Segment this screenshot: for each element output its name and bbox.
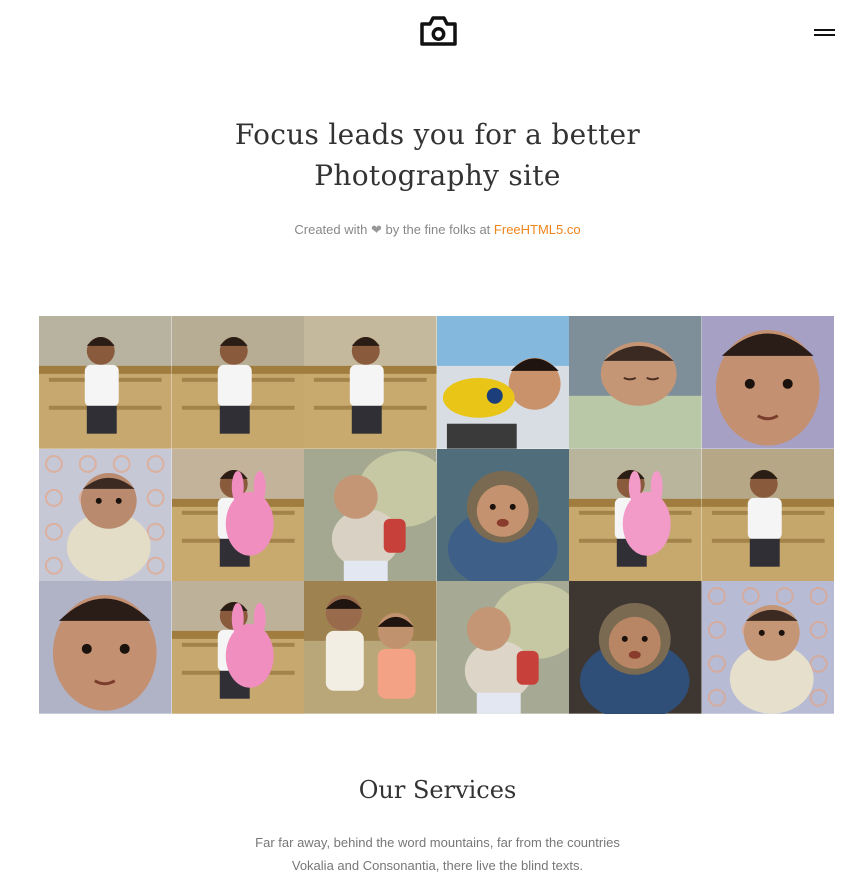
gallery-photo[interactable] — [171, 581, 304, 714]
gallery-photo[interactable] — [39, 448, 172, 582]
photo-image — [39, 448, 172, 582]
photo-image — [701, 316, 834, 449]
gallery-photo[interactable] — [304, 581, 437, 714]
credit-line: Created with ❤ by the fine folks at Free… — [0, 222, 860, 238]
heart-icon: ❤ — [370, 222, 382, 237]
gallery-photo[interactable] — [701, 581, 834, 714]
photo-image — [171, 316, 304, 449]
photo-image — [701, 581, 834, 714]
gallery-photo[interactable] — [701, 448, 834, 582]
camera-icon[interactable] — [420, 16, 457, 46]
services-description: Far far away, behind the word mountains,… — [0, 831, 860, 877]
photo-image — [569, 316, 702, 449]
freehtml5-link[interactable]: FreeHTML5.co — [494, 222, 581, 237]
gallery-photo[interactable] — [436, 448, 569, 582]
gallery-photo[interactable] — [436, 581, 569, 714]
photo-image — [39, 316, 172, 449]
photo-image — [39, 581, 172, 714]
gallery-photo[interactable] — [171, 448, 304, 582]
hamburger-icon[interactable] — [814, 24, 835, 38]
services-title: Our Services — [358, 776, 517, 804]
photo-image — [436, 316, 569, 449]
photo-image — [701, 448, 834, 582]
site-header — [0, 0, 860, 70]
gallery-photo[interactable] — [39, 316, 172, 449]
hero-title-line-2: Photography site — [314, 159, 561, 192]
photo-image — [171, 448, 304, 582]
photo-image — [569, 448, 702, 582]
gallery-photo[interactable] — [39, 581, 172, 714]
gallery-photo[interactable] — [171, 316, 304, 449]
gallery-photo[interactable] — [304, 316, 437, 449]
gallery-photo[interactable] — [569, 316, 702, 449]
photo-image — [304, 448, 437, 582]
credit-middle: by the fine folks at — [385, 222, 491, 237]
gallery-photo[interactable] — [569, 448, 702, 582]
photo-image — [569, 581, 702, 714]
services-text-line-2: Vokalia and Consonantia, there live the … — [291, 858, 584, 873]
gallery-photo[interactable] — [436, 316, 569, 449]
hero-title-line-1: Focus leads you for a better — [234, 118, 641, 151]
photo-gallery — [39, 316, 834, 714]
photo-image — [304, 316, 437, 449]
credit-prefix: Created with — [294, 222, 368, 237]
photo-image — [304, 581, 437, 714]
gallery-photo[interactable] — [304, 448, 437, 582]
hero-title: Focus leads you for a better Photography… — [0, 114, 860, 196]
photo-image — [171, 581, 304, 714]
photo-image — [436, 448, 569, 582]
gallery-photo[interactable] — [701, 316, 834, 449]
services-text-line-1: Far far away, behind the word mountains,… — [255, 835, 620, 850]
gallery-photo[interactable] — [569, 581, 702, 714]
photo-image — [436, 581, 569, 714]
